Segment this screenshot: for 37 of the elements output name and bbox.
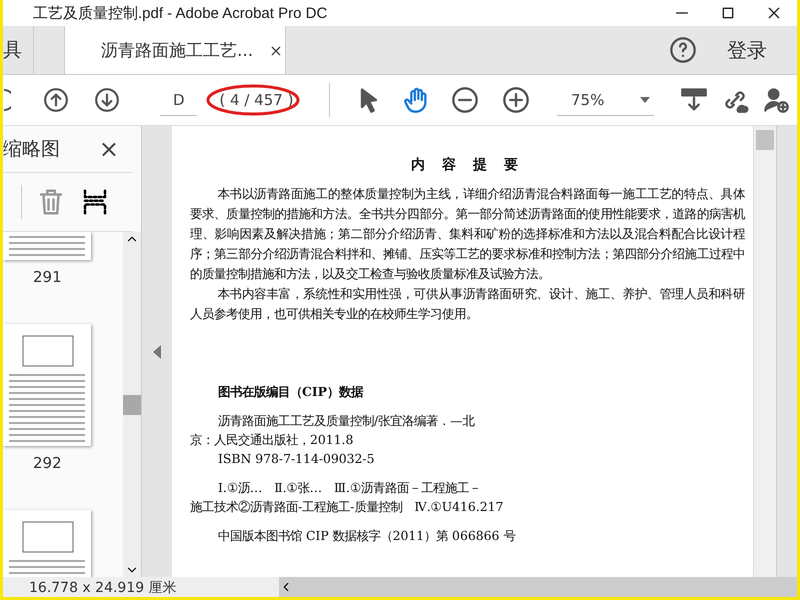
caret-icon bbox=[640, 96, 650, 102]
thumbnail-label: 291 bbox=[33, 268, 62, 286]
page-down-icon[interactable] bbox=[94, 87, 120, 113]
panel-close-button[interactable]: × bbox=[98, 135, 119, 163]
close-icon[interactable] bbox=[766, 5, 782, 21]
zoom-out-icon[interactable] bbox=[451, 86, 480, 114]
cip-line: 沥青路面施工工艺及质量控制/张宜洛编著．—北 bbox=[218, 412, 475, 430]
cip-line: 京：人民交通出版社，2011.8 bbox=[190, 431, 354, 449]
scrollbar-thumb[interactable] bbox=[123, 394, 141, 414]
paragraph: 本书以沥青路面施工的整体质量控制为主线，详细介绍沥青混合料路面每一施工工艺的特点、具体要求、质量控制的措施和方法。全书共分四部分。第一部分简述沥青路面的使用性能要求，道路的病害机理、影响因素及解决措施；第二部分介绍沥青、集料和矿粉的选择标准和方法以及混合料配合比设计程序；第三部分介绍沥青混合料拌和、摊铺、压实等工艺的要求标准和控制方法；第四部分介绍施工过程中的质量控制措施和方法，以及交工检查与验收质量标准及试验方法。 bbox=[190, 185, 745, 283]
page-heading: 内 容 提 要 bbox=[410, 156, 525, 174]
add-user-icon[interactable] bbox=[762, 86, 790, 114]
paragraph: 本书内容丰富，系统性和实用性强，可供从事沥青路面研究、设计、施工、养护、管理人员和科研人员参考使用，也可供相关专业的在校师生学习使用。 bbox=[190, 285, 745, 323]
zoom-in-icon[interactable] bbox=[502, 86, 530, 114]
window-title: 工艺及质量控制.pdf - Adobe Acrobat Pro DC bbox=[33, 4, 328, 22]
maximize-icon[interactable] bbox=[720, 5, 736, 21]
help-icon[interactable] bbox=[669, 36, 697, 64]
document-tab[interactable]: 沥青路面施工工艺... × bbox=[64, 26, 286, 74]
page-thumbnail[interactable] bbox=[3, 324, 91, 446]
collapse-icon[interactable] bbox=[153, 344, 161, 358]
page-count: ( 4 / 457 ) bbox=[209, 85, 304, 115]
page-size-label: 16.778 x 24.919 厘米 bbox=[28, 579, 178, 597]
cip-line: 施工技术②沥青路面-工程施工-质量控制 Ⅳ.①U416.217 bbox=[190, 498, 504, 516]
scrollbar-thumb[interactable] bbox=[756, 130, 774, 150]
page-up-icon[interactable] bbox=[43, 87, 70, 113]
tab-close-button[interactable]: × bbox=[269, 40, 283, 60]
page-number-field[interactable]: D bbox=[160, 84, 198, 116]
cip-heading: 图书在版编目（CIP）数据 bbox=[218, 384, 364, 401]
document-tab[interactable]: 具 bbox=[3, 26, 34, 74]
cip-line: ISBN 978-7-114-09032-5 bbox=[218, 450, 374, 468]
cip-line: 中国版本图书馆 CIP 数据核字（2011）第 066866 号 bbox=[218, 527, 516, 545]
login-link[interactable]: 登录 bbox=[727, 26, 767, 74]
thumbnail-label: 292 bbox=[33, 454, 62, 472]
cip-line: Ⅰ.①沥… Ⅱ.①张… Ⅲ.①沥青路面－工程施工－ bbox=[218, 479, 481, 497]
zoom-dropdown[interactable]: 75% bbox=[557, 84, 654, 116]
panel-title: 缩略图 bbox=[3, 137, 60, 162]
page-thumbnail[interactable] bbox=[3, 232, 91, 260]
